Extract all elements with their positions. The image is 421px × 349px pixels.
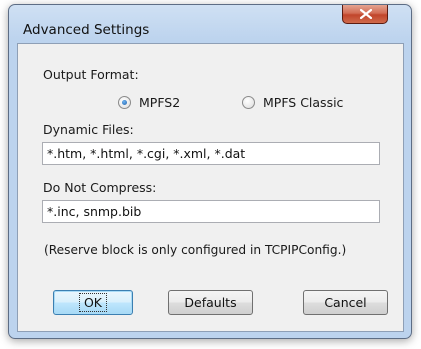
output-format-label: Output Format:	[43, 67, 139, 82]
radio-mpfs2-label[interactable]: MPFS2	[139, 95, 180, 110]
close-x-icon	[360, 9, 372, 19]
cancel-button-label: Cancel	[324, 295, 367, 310]
radio-mpfs2[interactable]: MPFS2	[118, 93, 180, 111]
cancel-button[interactable]: Cancel	[303, 290, 388, 315]
ok-button-label: OK	[78, 293, 108, 312]
radio-mpfs-classic-label[interactable]: MPFS Classic	[263, 95, 343, 110]
do-not-compress-input[interactable]: *.inc, snmp.bib	[42, 200, 380, 223]
dynamic-files-input[interactable]: *.htm, *.html, *.cgi, *.xml, *.dat	[42, 142, 380, 165]
reserve-block-note: (Reserve block is only configured in TCP…	[44, 243, 347, 257]
dialog-content: Output Format: MPFS2 MPFS Classic Dynami…	[17, 43, 404, 332]
radio-mpfs-classic[interactable]: MPFS Classic	[242, 93, 343, 111]
dynamic-files-label: Dynamic Files:	[43, 122, 134, 137]
do-not-compress-label: Do Not Compress:	[43, 180, 157, 195]
close-button[interactable]	[342, 5, 388, 24]
title-bar[interactable]: Advanced Settings	[9, 5, 411, 38]
defaults-button[interactable]: Defaults	[168, 290, 253, 315]
defaults-button-label: Defaults	[184, 295, 237, 310]
radio-mpfs-classic-button[interactable]	[242, 95, 255, 109]
radio-mpfs2-button[interactable]	[118, 95, 131, 109]
advanced-settings-dialog: Advanced Settings Output Format: MPFS2 M…	[8, 4, 412, 339]
window-title: Advanced Settings	[23, 22, 150, 38]
ok-button[interactable]: OK	[53, 290, 133, 315]
